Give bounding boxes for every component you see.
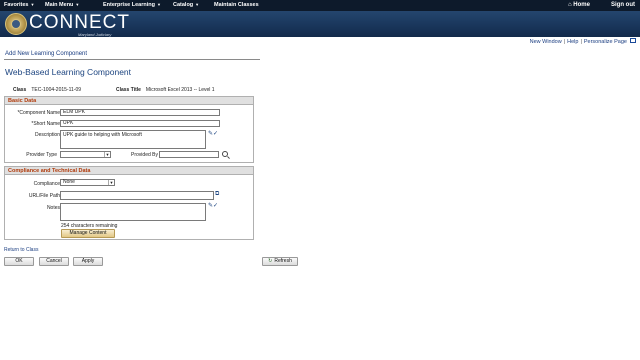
menu-favorites[interactable]: Favorites ▼ [4,2,34,8]
component-name-input[interactable]: ELM UPK [60,109,220,116]
page-title: Web-Based Learning Component [5,67,132,77]
short-name-input[interactable]: UPK [60,120,220,127]
class-title-value: Microsoft Excel 2013 -- Level 1 [145,87,215,93]
ok-button[interactable]: OK [4,257,34,266]
search-icon[interactable] [222,151,228,157]
component-name-label: *Component Name [17,110,60,116]
spell-check-icon[interactable]: ✎✓ [208,202,218,210]
menu-maintain-classes-label: Maintain Classes [214,2,259,8]
menu-main-label: Main Menu [45,2,74,8]
description-textarea[interactable]: UPK guide to helping with Microsoft [60,130,206,149]
compliance-select[interactable]: None ▼ [60,179,115,186]
description-label: Description [34,132,60,138]
return-to-class-link[interactable]: Return to Class [4,247,38,253]
menu-catalog-label: Catalog [173,2,194,8]
menu-catalog[interactable]: Catalog ▼ [173,2,199,8]
signout-link[interactable]: Sign out [611,2,635,8]
chevron-down-icon: ▼ [108,180,114,185]
refresh-button[interactable]: ↻ Refresh [262,257,298,266]
personalize-page-link[interactable]: Personalize Page [584,39,627,45]
dropdown-arrow-icon: ▼ [156,2,161,7]
manage-content-button[interactable]: Manage Content [61,229,115,238]
menu-maintain-classes[interactable]: Maintain Classes [214,2,259,8]
spell-check-icon[interactable]: ✎✓ [208,130,218,138]
class-title-label: Class Title [116,87,141,93]
provider-type-label: Provider Type [26,152,57,158]
class-title-info: Class Title Microsoft Excel 2013 -- Level… [116,87,215,93]
menu-enterprise-learning[interactable]: Enterprise Learning ▼ [103,2,161,8]
dropdown-arrow-icon: ▼ [195,2,200,7]
help-link[interactable]: Help [567,39,578,45]
provided-by-input[interactable] [159,151,219,158]
basic-data-header: Basic Data [5,97,253,105]
provided-by-label: Provided By [131,152,158,158]
divider [4,59,260,60]
provider-type-select[interactable]: ▼ [60,151,111,158]
compliance-header: Compliance and Technical Data [5,167,253,175]
compliance-value: None [63,179,75,185]
connect-logo: CONNECT [29,12,130,33]
layout-icon[interactable] [630,38,636,44]
menu-enterprise-learning-label: Enterprise Learning [103,2,155,8]
short-name-label: *Short Name [31,121,60,127]
new-window-link[interactable]: New Window [530,39,562,45]
class-label: Class [13,87,27,93]
home-label: Home [573,2,590,8]
class-info: Class TEC-1004-2015-11-09 [13,87,81,93]
link-icon[interactable]: ⧉ [215,191,225,199]
logo-subtitle: Maryland Judiciary [78,32,112,37]
dropdown-arrow-icon: ▼ [75,2,80,7]
home-icon: ⌂ [568,2,572,8]
banner: CONNECT Maryland Judiciary [0,11,640,37]
dropdown-arrow-icon: ▼ [30,2,35,7]
home-link[interactable]: ⌂ Home [568,2,590,8]
class-value: TEC-1004-2015-11-09 [31,87,82,93]
url-label: URL/File Path [28,193,60,199]
menu-favorites-label: Favorites [4,2,29,8]
page-links: New Window | Help | Personalize Page [530,38,636,45]
url-input[interactable] [60,191,214,200]
chevron-down-icon: ▼ [104,152,110,157]
notes-textarea[interactable] [60,203,206,221]
notes-label: Notes [46,205,60,211]
cancel-button[interactable]: Cancel [39,257,69,266]
judiciary-seal-icon [5,13,27,35]
apply-button[interactable]: Apply [73,257,103,266]
top-navigation-bar: Favorites ▼ Main Menu ▼ Enterprise Learnin… [0,0,640,11]
compliance-label: Compliance [33,181,60,187]
menu-main[interactable]: Main Menu ▼ [45,2,79,8]
refresh-label: Refresh [274,258,292,264]
refresh-icon: ↻ [268,258,273,264]
breadcrumb: Add New Learning Component [5,51,88,57]
